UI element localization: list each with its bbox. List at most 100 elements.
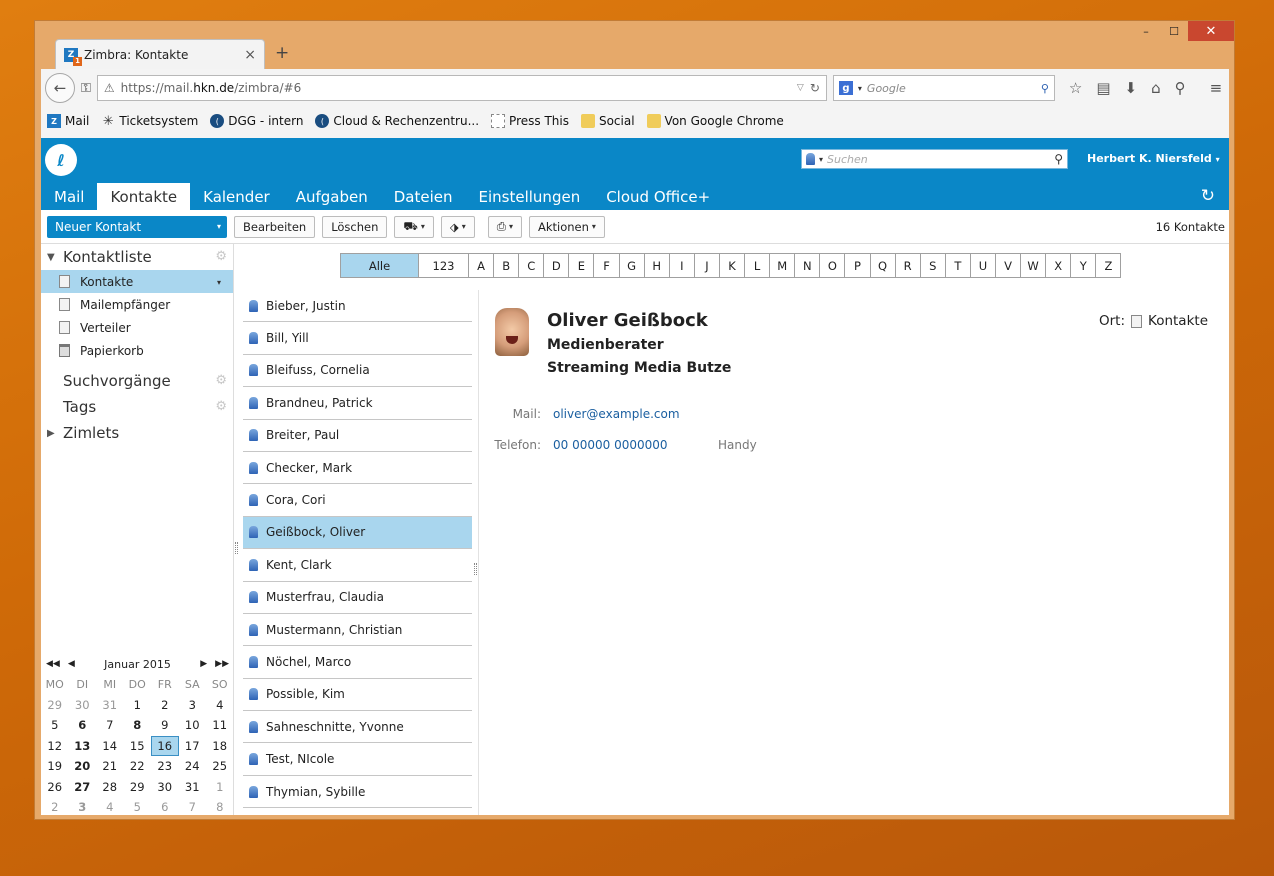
alpha-filter-u[interactable]: U — [969, 254, 995, 277]
calendar-day[interactable]: 22 — [124, 756, 152, 777]
calendar-day[interactable]: 18 — [206, 736, 234, 757]
alpha-filter-123[interactable]: 123 — [418, 254, 468, 277]
calendar-day[interactable]: 29 — [41, 695, 69, 716]
folder-mailempfaenger[interactable]: Mailempfänger — [41, 293, 233, 316]
collapse-arrow-icon[interactable]: ▶ — [47, 428, 57, 439]
folder-verteiler[interactable]: Verteiler — [41, 316, 233, 339]
calendar-day[interactable]: 1 — [206, 777, 234, 798]
tab-cloud-office[interactable]: Cloud Office+ — [593, 183, 723, 210]
bookmark-ticketsystem[interactable]: ✳ Ticketsystem — [101, 114, 198, 129]
contact-list-header[interactable]: ▼ Kontaktliste ⚙ — [41, 244, 233, 270]
calendar-day[interactable]: 8 — [206, 797, 234, 815]
calendar-day[interactable]: 7 — [96, 715, 124, 736]
next-year-icon[interactable]: ▶▶ — [215, 659, 229, 669]
alpha-filter-m[interactable]: M — [769, 254, 795, 277]
alpha-filter-w[interactable]: W — [1020, 254, 1046, 277]
contact-list-item[interactable]: Bleifuss, Cornelia — [243, 355, 472, 388]
left-splitter-handle[interactable] — [235, 542, 238, 554]
browser-search-input[interactable]: g ▾ Google ⚲ — [832, 75, 1055, 101]
bookmark-star-icon[interactable]: ☆ — [1069, 79, 1082, 97]
move-button[interactable]: ⛟ ▾ — [394, 215, 434, 238]
bookmark-press-this[interactable]: Press This — [491, 114, 569, 128]
calendar-day[interactable]: 31 — [179, 777, 207, 798]
user-menu[interactable]: Herbert K. Niersfeld ▾ — [1087, 152, 1220, 165]
home-icon[interactable]: ⌂ — [1151, 79, 1161, 97]
chevron-down-icon[interactable]: ▾ — [217, 222, 221, 231]
calendar-day[interactable]: 2 — [151, 695, 179, 716]
edit-button[interactable]: Bearbeiten — [234, 215, 316, 238]
calendar-day[interactable]: 21 — [96, 756, 124, 777]
contact-list-item[interactable]: Mustermann, Christian — [243, 614, 472, 647]
list-splitter-handle[interactable] — [474, 563, 477, 575]
calendar-day[interactable]: 6 — [151, 797, 179, 815]
bookmark-mail[interactable]: Z Mail — [47, 114, 89, 128]
tab-kontakte[interactable]: Kontakte — [97, 183, 191, 210]
alpha-filter-f[interactable]: F — [593, 254, 619, 277]
contact-list-item[interactable]: Geißbock, Oliver — [243, 516, 472, 550]
calendar-day[interactable]: 8 — [124, 715, 152, 736]
calendar-day[interactable]: 4 — [206, 695, 234, 716]
browser-tab[interactable]: Z1 Zimbra: Kontakte × — [55, 39, 265, 69]
alpha-filter-h[interactable]: H — [643, 254, 669, 277]
alpha-filter-c[interactable]: C — [518, 254, 544, 277]
calendar-day[interactable]: 5 — [124, 797, 152, 815]
contact-list-item[interactable]: Kent, Clark — [243, 549, 472, 582]
contact-list-item[interactable]: Thymian, Sybille — [243, 776, 472, 809]
actions-button[interactable]: Aktionen ▾ — [528, 215, 605, 238]
alpha-filter-y[interactable]: Y — [1070, 254, 1096, 277]
calendar-day[interactable]: 4 — [96, 797, 124, 815]
expand-arrow-icon[interactable]: ▼ — [47, 252, 57, 263]
maximize-button[interactable]: ☐ — [1160, 21, 1188, 41]
tags-header[interactable]: Tags ⚙ — [41, 394, 233, 420]
gear-icon[interactable]: ⚙ — [215, 373, 227, 388]
contact-list-item[interactable]: Sahneschnitte, Yvonne — [243, 711, 472, 744]
alpha-filter-q[interactable]: Q — [869, 254, 895, 277]
contact-list-item[interactable]: Checker, Mark — [243, 452, 472, 485]
folder-kontakte[interactable]: Kontakte ▾ — [41, 270, 233, 293]
calendar-day[interactable]: 24 — [179, 756, 207, 777]
alpha-filter-b[interactable]: B — [493, 254, 519, 277]
print-button[interactable]: ⎙ ▾ — [487, 215, 522, 238]
alpha-filter-r[interactable]: R — [894, 254, 920, 277]
contact-list-item[interactable]: Bill, Yill — [243, 322, 472, 355]
calendar-day[interactable]: 12 — [41, 736, 69, 757]
calendar-day[interactable]: 26 — [41, 777, 69, 798]
phone-link[interactable]: 00 00000 0000000 — [553, 438, 668, 452]
tab-dateien[interactable]: Dateien — [381, 183, 466, 210]
tab-einstellungen[interactable]: Einstellungen — [466, 183, 594, 210]
calendar-day[interactable]: 23 — [151, 756, 179, 777]
new-tab-button[interactable]: + — [275, 43, 289, 63]
alpha-filter-l[interactable]: L — [744, 254, 770, 277]
calendar-day[interactable]: 28 — [96, 777, 124, 798]
next-month-icon[interactable]: ▶ — [200, 659, 207, 669]
calendar-day[interactable]: 3 — [179, 695, 207, 716]
chevron-down-icon[interactable]: ▾ — [217, 278, 221, 287]
bookmark-dgg-intern[interactable]: (DGG - intern — [210, 114, 303, 128]
calendar-day[interactable]: 2 — [41, 797, 69, 815]
alpha-filter-p[interactable]: P — [844, 254, 870, 277]
calendar-day[interactable]: 29 — [124, 777, 152, 798]
contact-list-item[interactable]: Bieber, Justin — [243, 290, 472, 323]
calendar-day[interactable]: 14 — [96, 736, 124, 757]
address-bar[interactable]: ⚠ https://mail.hkn.de/zimbra/#6 ▽ ↻ — [96, 75, 827, 101]
calendar-day[interactable]: 13 — [69, 736, 97, 757]
zimbra-logo-icon[interactable]: ℓ — [45, 144, 77, 176]
previous-year-icon[interactable]: ◀◀ — [46, 659, 60, 669]
tab-mail[interactable]: Mail — [41, 183, 97, 210]
search-icon[interactable]: ⚲ — [1054, 152, 1063, 166]
tab-close-icon[interactable]: × — [244, 47, 256, 63]
refresh-icon[interactable]: ↻ — [1201, 186, 1215, 206]
folder-papierkorb[interactable]: Papierkorb — [41, 339, 233, 362]
close-window-button[interactable]: ✕ — [1188, 21, 1234, 41]
delete-button[interactable]: Löschen — [322, 215, 388, 238]
new-contact-button[interactable]: Neuer Kontakt ▾ — [47, 215, 227, 238]
calendar-day[interactable]: 25 — [206, 756, 234, 777]
url-dropdown-icon[interactable]: ▽ — [797, 83, 804, 93]
calendar-day[interactable]: 19 — [41, 756, 69, 777]
tab-kalender[interactable]: Kalender — [190, 183, 283, 210]
minimize-button[interactable]: – — [1132, 21, 1160, 41]
calendar-day[interactable]: 1 — [124, 695, 152, 716]
calendar-day[interactable]: 10 — [179, 715, 207, 736]
alpha-filter-e[interactable]: E — [568, 254, 594, 277]
search-engine-dropdown-icon[interactable]: ▾ — [858, 84, 862, 93]
